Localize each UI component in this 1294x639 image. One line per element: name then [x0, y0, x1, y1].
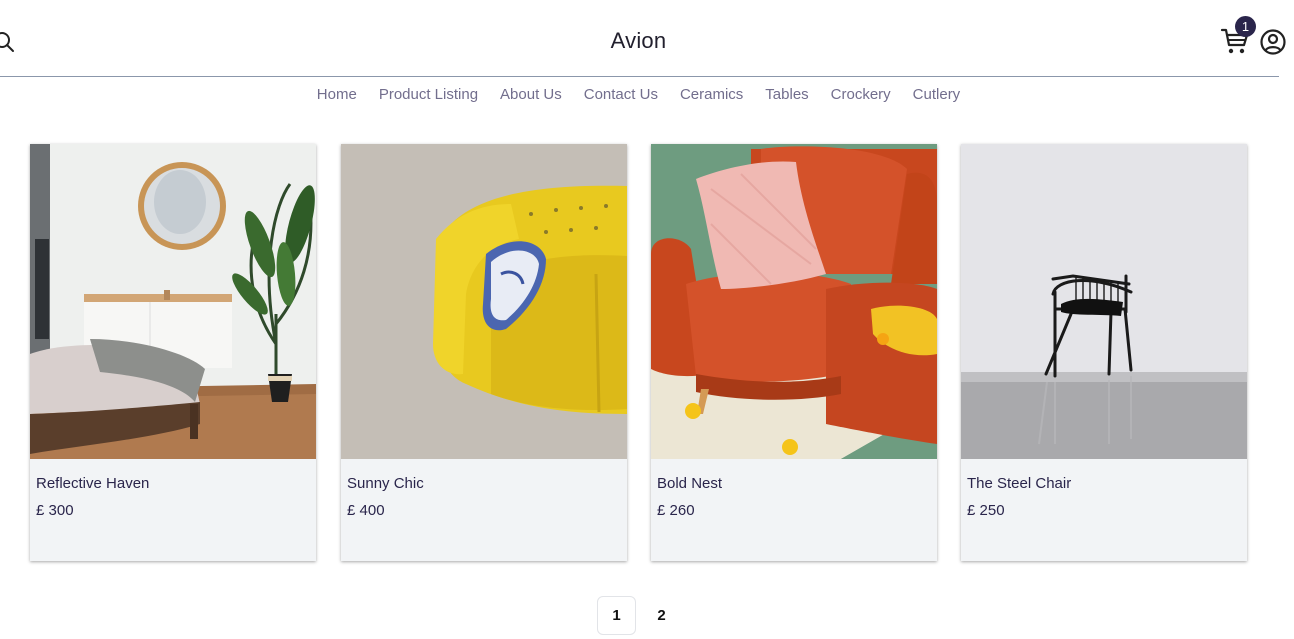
header-divider [0, 76, 1279, 77]
nav-item-crockery[interactable]: Crockery [831, 86, 891, 103]
page-button-2[interactable]: 2 [642, 596, 681, 635]
main-nav: Home Product Listing About Us Contact Us… [0, 86, 1277, 103]
nav-item-contact-us[interactable]: Contact Us [584, 86, 658, 103]
product-card[interactable]: Bold Nest £ 260 [651, 144, 937, 561]
site-header: Avion 1 [0, 0, 1294, 77]
page-button-1[interactable]: 1 [597, 596, 636, 635]
product-price: £ 260 [657, 502, 695, 519]
product-price: £ 250 [967, 502, 1005, 519]
product-name: Bold Nest [657, 475, 723, 492]
user-account-icon[interactable] [1259, 28, 1287, 56]
product-name: Sunny Chic [347, 475, 424, 492]
cart-count-badge: 1 [1235, 16, 1256, 37]
nav-item-home[interactable]: Home [317, 86, 357, 103]
nav-item-ceramics[interactable]: Ceramics [680, 86, 743, 103]
product-card[interactable]: Sunny Chic £ 400 [341, 144, 627, 561]
product-name: The Steel Chair [967, 475, 1072, 492]
product-price: £ 400 [347, 502, 385, 519]
brand-logo[interactable]: Avion [0, 28, 1277, 54]
nav-item-about-us[interactable]: About Us [500, 86, 562, 103]
product-image [651, 144, 937, 459]
product-image [341, 144, 627, 459]
pagination: 1 2 [597, 596, 681, 635]
product-card[interactable]: The Steel Chair £ 250 [961, 144, 1247, 561]
nav-item-cutlery[interactable]: Cutlery [913, 86, 961, 103]
product-image [961, 144, 1247, 459]
product-card[interactable]: Reflective Haven £ 300 [30, 144, 316, 561]
nav-item-tables[interactable]: Tables [765, 86, 808, 103]
product-image [30, 144, 316, 459]
product-name: Reflective Haven [36, 475, 150, 492]
product-price: £ 300 [36, 502, 74, 519]
nav-item-product-listing[interactable]: Product Listing [379, 86, 478, 103]
